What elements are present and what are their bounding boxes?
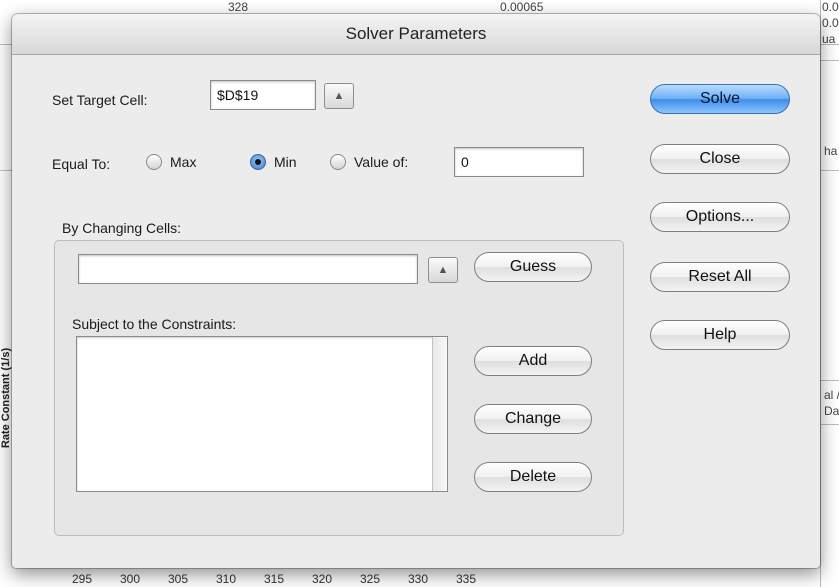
target-cell-label: Set Target Cell:	[52, 92, 148, 108]
x-tick: 305	[168, 572, 189, 586]
guess-button[interactable]: Guess	[474, 252, 592, 282]
solver-dialog: Solver Parameters Set Target Cell: $D$19…	[12, 14, 820, 568]
x-tick: 335	[456, 572, 477, 586]
constraints-label: Subject to the Constraints:	[72, 316, 237, 332]
changing-cells-label: By Changing Cells:	[62, 220, 182, 236]
bg-cell-text: 328	[228, 0, 249, 14]
target-collapse-button[interactable]: ▲	[324, 83, 354, 109]
add-button[interactable]: Add	[474, 346, 592, 376]
equal-to-label: Equal To:	[52, 156, 111, 172]
bg-gridline	[820, 0, 821, 587]
changing-collapse-button[interactable]: ▲	[428, 257, 458, 283]
radio-min-label: Min	[274, 154, 297, 170]
delete-button[interactable]: Delete	[474, 462, 592, 492]
radio-min[interactable]: Min	[250, 154, 297, 170]
radio-value-of-indicator	[330, 154, 346, 170]
bg-gridline	[820, 424, 839, 425]
x-tick: 330	[408, 572, 429, 586]
options-button[interactable]: Options...	[650, 202, 790, 232]
value-of-input[interactable]: 0	[454, 147, 584, 177]
close-button[interactable]: Close	[650, 144, 790, 174]
radio-max[interactable]: Max	[146, 154, 196, 170]
bg-gridline	[820, 380, 839, 381]
changing-cells-input[interactable]	[78, 254, 418, 284]
x-tick: 310	[216, 572, 237, 586]
collapse-dialog-icon: ▲	[333, 90, 345, 102]
help-button[interactable]: Help	[650, 320, 790, 350]
change-button[interactable]: Change	[474, 404, 592, 434]
bg-cell-text: ha	[824, 144, 838, 158]
constraints-scrollbar[interactable]	[432, 337, 447, 491]
radio-min-indicator	[250, 154, 266, 170]
x-tick: 315	[264, 572, 285, 586]
constraints-list[interactable]	[76, 336, 448, 492]
x-tick: 325	[360, 572, 381, 586]
radio-value-of-label: Value of:	[354, 154, 409, 170]
dialog-title[interactable]: Solver Parameters	[12, 14, 820, 55]
bg-gridline	[820, 60, 839, 61]
x-tick: 295	[72, 572, 93, 586]
y-axis-label: Rate Constant (1/s)	[0, 347, 13, 449]
target-cell-value: $D$19	[217, 87, 259, 103]
bg-cell-text: Dat	[824, 404, 839, 418]
value-of-value: 0	[461, 154, 469, 170]
x-tick: 320	[312, 572, 333, 586]
target-cell-input[interactable]: $D$19	[210, 80, 316, 110]
x-tick: 300	[120, 572, 141, 586]
radio-max-label: Max	[170, 154, 197, 170]
reset-all-button[interactable]: Reset All	[650, 262, 790, 292]
bg-cell-text: 0.0	[822, 16, 839, 30]
radio-max-indicator	[146, 154, 162, 170]
bg-cell-text: 0.00065	[500, 0, 544, 14]
collapse-dialog-icon: ▲	[437, 264, 449, 276]
radio-value-of[interactable]: Value of:	[330, 154, 408, 170]
bg-cell-text: 0.0	[822, 0, 839, 14]
bg-cell-text: al /	[824, 388, 839, 402]
solve-button[interactable]: Solve	[650, 84, 790, 114]
